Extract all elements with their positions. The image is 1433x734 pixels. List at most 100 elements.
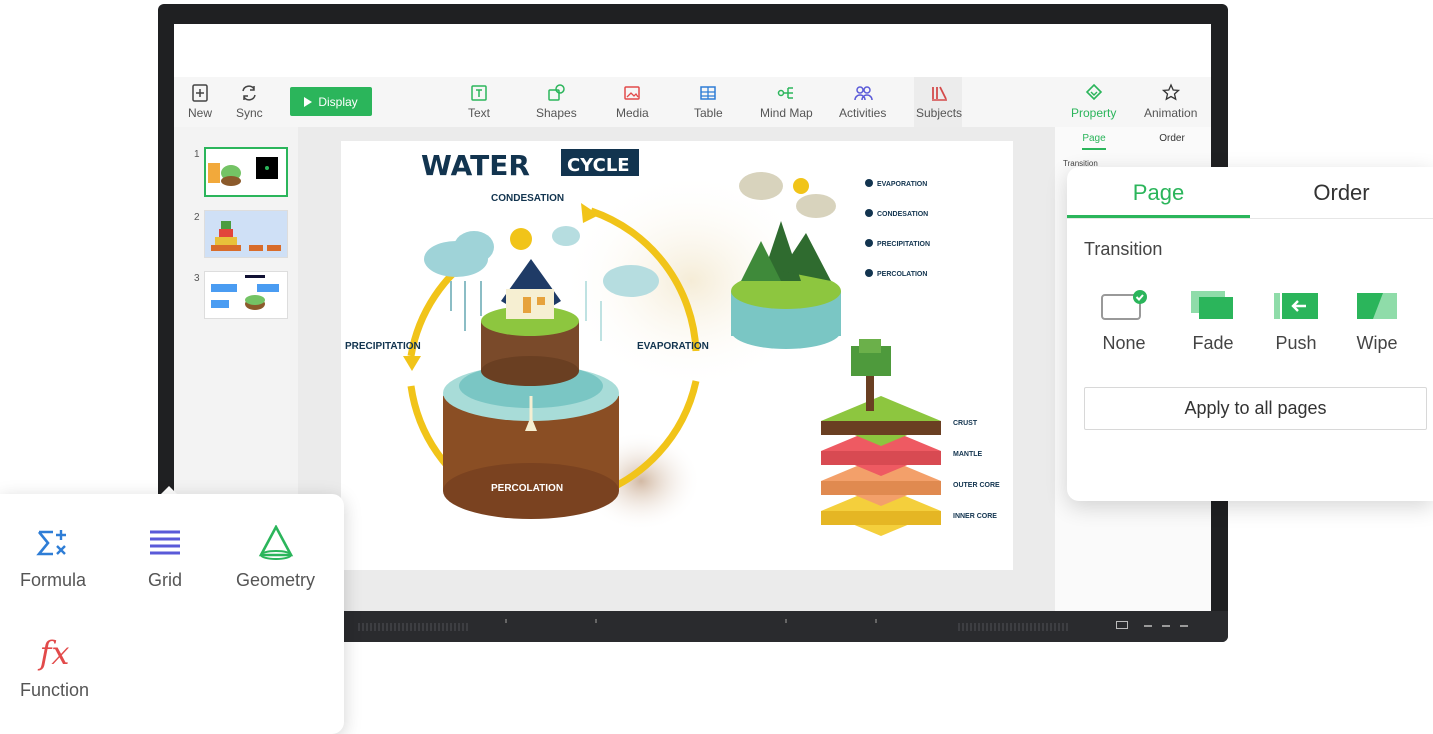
bezel-dot — [505, 619, 507, 623]
layer-label: OUTER CORE — [953, 482, 1000, 489]
animation-label: Animation — [1144, 106, 1198, 120]
bezel-dot — [785, 619, 787, 623]
new-label: New — [188, 106, 213, 120]
slide-thumbnail-2[interactable] — [204, 210, 288, 258]
shapes-icon — [548, 84, 566, 101]
mindmap-icon — [778, 87, 794, 99]
apply-to-all-pages-button[interactable]: Apply to all pages — [1084, 387, 1427, 430]
wipe-transition-icon — [1353, 287, 1401, 323]
grid-icon — [147, 524, 183, 562]
display-button[interactable]: Display — [290, 87, 372, 116]
property-button[interactable]: Property — [1071, 83, 1116, 120]
grid-tool[interactable]: Grid — [147, 524, 183, 591]
display-label: Display — [318, 94, 358, 109]
bezel-dot — [595, 619, 597, 623]
slide-number: 2 — [194, 212, 200, 223]
tab-order[interactable]: Order — [1250, 167, 1433, 218]
tab-order[interactable]: Order — [1133, 133, 1211, 144]
tab-page[interactable]: Page — [1067, 167, 1250, 218]
layer-label: INNER CORE — [953, 513, 997, 520]
shapes-label: Shapes — [536, 106, 577, 120]
table-label: Table — [694, 106, 723, 120]
toolbar: New Sync Display Text Shapes Media Table… — [174, 77, 1211, 127]
slide-thumbnail-preview — [208, 157, 278, 186]
transition-fade[interactable]: Fade — [1173, 287, 1253, 354]
label-precipitation: PRECIPITATION — [345, 341, 421, 352]
transition-label: Wipe — [1356, 333, 1398, 353]
animation-icon — [1161, 83, 1180, 101]
subject-tools-popup: Formula Grid Geometry fx Function — [0, 494, 344, 734]
sync-label: Sync — [236, 106, 263, 120]
legend-item: PERCOLATION — [877, 271, 927, 278]
minus-button[interactable] — [1180, 625, 1188, 627]
activities-icon — [853, 86, 873, 101]
new-button[interactable]: New — [188, 83, 212, 120]
shapes-button[interactable]: Shapes — [536, 83, 577, 120]
slide-number: 3 — [194, 273, 200, 284]
transition-heading: Transition — [1084, 239, 1163, 259]
stage: New Sync Display Text Shapes Media Table… — [0, 0, 1433, 734]
transition-label: None — [1102, 333, 1146, 353]
transition-none[interactable]: None — [1084, 287, 1164, 354]
sync-button[interactable]: Sync — [236, 83, 263, 120]
formula-tool[interactable]: Formula — [20, 524, 86, 591]
mindmap-button[interactable]: Mind Map — [760, 83, 813, 120]
mindmap-label: Mind Map — [760, 106, 813, 120]
text-label: Text — [468, 106, 491, 120]
table-button[interactable]: Table — [694, 83, 723, 120]
fade-transition-icon — [1189, 287, 1237, 323]
transition-label: Push — [1275, 333, 1317, 353]
geometry-tool[interactable]: Geometry — [236, 524, 315, 591]
formula-icon — [35, 524, 71, 562]
bezel-dot — [875, 619, 877, 623]
subjects-button[interactable]: Subjects — [916, 83, 962, 120]
animation-button[interactable]: Animation — [1144, 83, 1197, 120]
input-icon[interactable] — [1116, 621, 1128, 629]
transition-wipe[interactable]: Wipe — [1337, 287, 1417, 354]
label-evaporation: EVAPORATION — [637, 341, 709, 352]
legend-item: EVAPORATION — [877, 181, 927, 188]
activities-button[interactable]: Activities — [839, 83, 886, 120]
label-condesation: CONDESATION — [491, 193, 564, 204]
geometry-label: Geometry — [236, 570, 316, 590]
transition-push[interactable]: Push — [1256, 287, 1336, 354]
slide-thumbnail-1[interactable] — [204, 147, 288, 197]
subjects-icon — [932, 86, 948, 101]
text-button[interactable]: Text — [468, 83, 490, 120]
slide-number: 1 — [194, 149, 200, 160]
new-icon — [192, 84, 208, 102]
legend-item: CONDESATION — [877, 211, 928, 218]
slide-thumbnail-3[interactable] — [204, 271, 288, 319]
media-icon — [624, 86, 641, 100]
function-label: Function — [20, 680, 90, 700]
layer-label: CRUST — [953, 420, 978, 427]
play-icon — [304, 96, 313, 107]
slide-title-cycle: CYCLE — [567, 155, 630, 176]
none-transition-icon — [1100, 287, 1148, 323]
formula-label: Formula — [20, 570, 87, 590]
grid-label: Grid — [147, 570, 182, 590]
speaker-grille — [958, 623, 1068, 631]
activities-label: Activities — [839, 106, 887, 120]
subjects-label: Subjects — [916, 106, 963, 120]
page-transition-popup: Page Order Transition None Fade Push Wip… — [1067, 167, 1433, 501]
property-icon — [1085, 83, 1102, 101]
layer-label: MANTLE — [953, 451, 982, 458]
water-cycle-illustration: WATER CYCLE CONDESATION PRECIPITATION EV… — [345, 149, 1000, 536]
label-percolation: PERCOLATION — [491, 483, 563, 494]
property-label: Property — [1071, 106, 1117, 120]
media-button[interactable]: Media — [616, 83, 649, 120]
function-icon: fx — [39, 634, 70, 672]
slide-canvas[interactable]: WATER CYCLE CONDESATION PRECIPITATION EV… — [341, 141, 1013, 570]
function-tool[interactable]: fx Function — [20, 634, 89, 701]
transition-label: Fade — [1192, 333, 1234, 353]
push-transition-icon — [1272, 287, 1320, 323]
geometry-icon — [256, 524, 296, 562]
sync-icon — [242, 85, 257, 101]
legend-item: PRECIPITATION — [877, 241, 930, 248]
slide-title-water: WATER — [421, 149, 530, 182]
tab-page[interactable]: Page — [1055, 132, 1133, 150]
table-icon — [700, 86, 717, 100]
minus-button[interactable] — [1162, 625, 1170, 627]
minus-button[interactable] — [1144, 625, 1152, 627]
